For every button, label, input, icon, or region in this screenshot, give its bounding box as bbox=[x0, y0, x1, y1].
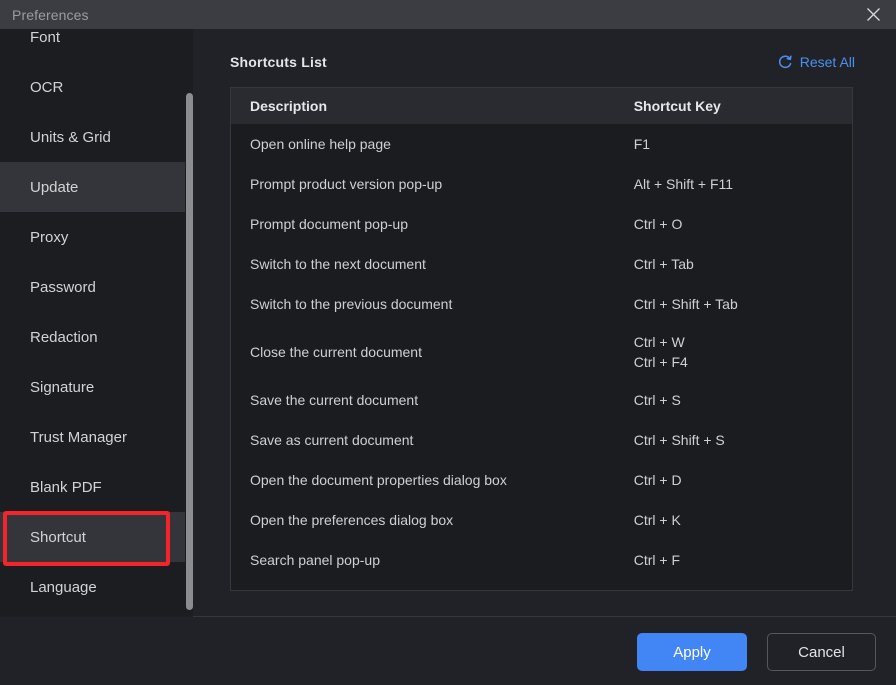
column-header-description: Description bbox=[250, 98, 328, 114]
table-row[interactable]: Pop up the advanced search panelCtrl + S… bbox=[231, 580, 852, 591]
shortcut-key: Ctrl + F bbox=[634, 550, 852, 570]
dialog-footer: Apply Cancel bbox=[0, 617, 896, 685]
sidebar-item-blank-pdf[interactable]: Blank PDF bbox=[0, 462, 186, 512]
table-row[interactable]: Search panel pop-up Ctrl + F bbox=[231, 540, 852, 580]
shortcut-key: F1 bbox=[634, 134, 852, 154]
close-button[interactable] bbox=[850, 0, 896, 29]
shortcut-description: Search panel pop-up bbox=[250, 552, 380, 568]
shortcut-key-line: Ctrl + K bbox=[633, 512, 681, 528]
table-row[interactable]: Open the preferences dialog box Ctrl + K bbox=[231, 500, 852, 540]
content-panel: Shortcuts List Reset All Description Sho… bbox=[193, 29, 896, 616]
sidebar-nav-list: Font OCR Units & Grid Update Proxy Password Re… bbox=[0, 29, 186, 612]
table-row[interactable]: Save the current document Ctrl + S bbox=[231, 380, 852, 420]
table-header-row: Description Shortcut Key bbox=[231, 88, 852, 124]
shortcut-description: Prompt document pop-up bbox=[250, 216, 408, 232]
sidebar-item-redaction[interactable]: Redaction bbox=[0, 312, 186, 362]
sidebar-item-label: Trust Manager bbox=[30, 428, 127, 446]
shortcut-description: Open the preferences dialog box bbox=[250, 512, 454, 528]
window-title: Preferences bbox=[12, 6, 89, 23]
shortcut-key-line: Ctrl + Shift + Tab bbox=[633, 296, 738, 312]
shortcut-key: Ctrl + W Ctrl + F4 bbox=[634, 332, 852, 372]
table-row[interactable]: Open online help page F1 bbox=[231, 124, 852, 164]
shortcut-key-line: Ctrl + F4 bbox=[633, 354, 688, 370]
shortcut-description: Save as current document bbox=[250, 432, 414, 448]
shortcut-key-line: Alt + Shift + F11 bbox=[633, 176, 734, 192]
shortcut-description: Switch to the next document bbox=[250, 256, 426, 272]
sidebar-item-signature[interactable]: Signature bbox=[0, 362, 186, 412]
shortcut-key: Ctrl + S bbox=[634, 390, 852, 410]
shortcut-key-line: Ctrl + S bbox=[633, 392, 681, 408]
preferences-dialog: Preferences Font OCR Units & Grid Update Pro… bbox=[0, 0, 896, 685]
column-header-shortcut-key: Shortcut Key bbox=[633, 98, 721, 114]
sidebar-item-label: Shortcut bbox=[30, 528, 86, 546]
shortcut-key: Ctrl + Shift + Tab bbox=[634, 294, 852, 314]
sidebar-item-units-grid[interactable]: Units & Grid bbox=[0, 112, 186, 162]
sidebar-item-label: Redaction bbox=[30, 328, 98, 346]
shortcut-key-line: F1 bbox=[633, 136, 651, 152]
shortcut-key-line: Ctrl + D bbox=[633, 472, 682, 488]
table-row[interactable]: Close the current document Ctrl + W Ctrl +… bbox=[231, 324, 852, 380]
sidebar: Font OCR Units & Grid Update Proxy Password Re… bbox=[0, 29, 186, 616]
sidebar-item-shortcut[interactable]: Shortcut bbox=[0, 512, 186, 562]
sidebar-item-password[interactable]: Password bbox=[0, 262, 186, 312]
sidebar-item-trust-manager[interactable]: Trust Manager bbox=[0, 412, 186, 462]
shortcut-description: Prompt product version pop-up bbox=[250, 176, 443, 192]
shortcut-key: Ctrl + Shift + S bbox=[634, 430, 852, 450]
sidebar-item-label: Proxy bbox=[30, 228, 69, 246]
sidebar-item-label: Signature bbox=[30, 378, 95, 396]
sidebar-item-label: Font bbox=[30, 29, 61, 46]
shortcut-key: Ctrl + K bbox=[634, 510, 852, 530]
shortcut-description: Open the document properties dialog box bbox=[250, 472, 507, 488]
sidebar-item-ocr[interactable]: OCR bbox=[0, 62, 186, 112]
shortcut-description: Open online help page bbox=[250, 136, 391, 152]
page-title: Shortcuts List bbox=[230, 54, 327, 70]
table-row[interactable]: Switch to the previous document Ctrl + Sh… bbox=[231, 284, 852, 324]
shortcut-key-line: Ctrl + O bbox=[633, 216, 683, 232]
sidebar-item-label: Update bbox=[30, 178, 79, 196]
shortcut-key-line: Ctrl + Tab bbox=[633, 256, 694, 272]
reset-all-label: Reset All bbox=[799, 54, 855, 70]
table-row[interactable]: Prompt product version pop-up Alt + Shift… bbox=[231, 164, 852, 204]
shortcut-key-line: Ctrl + Shift + S bbox=[633, 432, 725, 448]
sidebar-item-label: OCR bbox=[30, 78, 64, 96]
shortcut-key: Ctrl + Shift + F bbox=[634, 590, 852, 591]
shortcut-key-line: Ctrl + W bbox=[633, 334, 685, 350]
shortcut-key-line: Ctrl + F bbox=[633, 552, 680, 568]
shortcut-key: Alt + Shift + F11 bbox=[634, 174, 852, 194]
sidebar-item-label: Password bbox=[30, 278, 96, 296]
sidebar-item-label: Units & Grid bbox=[30, 128, 111, 146]
table-row[interactable]: Save as current document Ctrl + Shift + S bbox=[231, 420, 852, 460]
cancel-button[interactable]: Cancel bbox=[767, 633, 876, 671]
shortcut-key: Ctrl + O bbox=[634, 214, 852, 234]
table-row[interactable]: Open the document properties dialog box C… bbox=[231, 460, 852, 500]
table-row[interactable]: Switch to the next document Ctrl + Tab bbox=[231, 244, 852, 284]
sidebar-item-update[interactable]: Update bbox=[0, 162, 186, 212]
shortcut-key: Ctrl + Tab bbox=[634, 254, 852, 274]
window-titlebar: Preferences bbox=[0, 0, 896, 29]
close-icon bbox=[866, 7, 881, 22]
shortcuts-table: Description Shortcut Key Open online hel… bbox=[230, 87, 853, 591]
sidebar-scrollbar-thumb[interactable] bbox=[186, 93, 193, 610]
shortcut-description: Close the current document bbox=[250, 344, 422, 360]
reset-all-button[interactable]: Reset All bbox=[777, 54, 855, 70]
sidebar-item-label: Language bbox=[30, 578, 97, 596]
shortcut-description: Save the current document bbox=[250, 392, 419, 408]
sidebar-item-label: Blank PDF bbox=[30, 478, 102, 496]
table-body: Open online help page F1 Prompt product ve… bbox=[231, 124, 852, 591]
sidebar-item-language[interactable]: Language bbox=[0, 562, 186, 612]
shortcut-key-line: Ctrl + Shift + F bbox=[634, 590, 852, 591]
sidebar-item-font[interactable]: Font bbox=[0, 29, 186, 62]
content-header: Shortcuts List Reset All bbox=[230, 51, 855, 73]
refresh-icon bbox=[777, 54, 793, 70]
apply-button[interactable]: Apply bbox=[637, 633, 747, 671]
shortcut-description: Switch to the previous document bbox=[250, 296, 453, 312]
shortcut-key: Ctrl + D bbox=[634, 470, 852, 490]
sidebar-item-proxy[interactable]: Proxy bbox=[0, 212, 186, 262]
table-row[interactable]: Prompt document pop-up Ctrl + O bbox=[231, 204, 852, 244]
